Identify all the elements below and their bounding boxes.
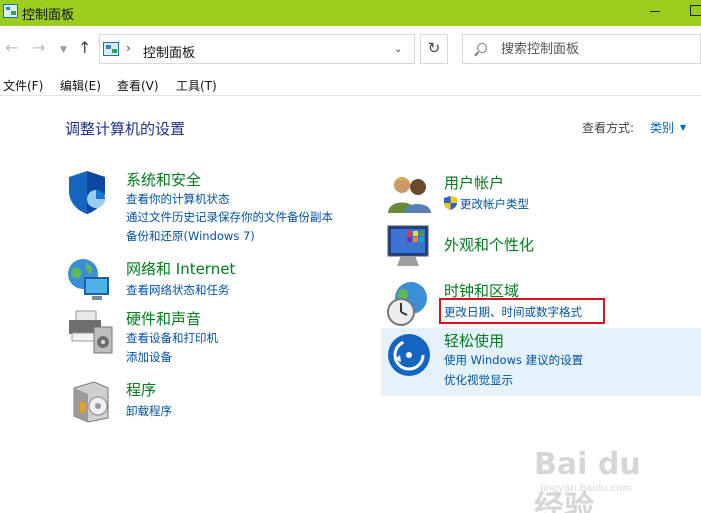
- back-arrow-icon[interactable]: ←: [5, 40, 18, 56]
- caret-down-icon[interactable]: ▼: [680, 123, 686, 132]
- maximize-button[interactable]: [690, 5, 701, 16]
- printer-icon[interactable]: [66, 307, 114, 355]
- annotation-highlight-box: [439, 298, 605, 324]
- view-by-label: 查看方式:: [582, 121, 635, 135]
- page-title: 调整计算机的设置: [65, 120, 186, 138]
- breadcrumb-chevron-icon[interactable]: ›: [126, 41, 131, 55]
- devices-printers-link[interactable]: 查看设备和打印机: [126, 330, 218, 346]
- uninstall-program-link[interactable]: 卸载程序: [126, 403, 172, 419]
- control-panel-icon: [3, 4, 18, 18]
- title-bar: 控制面板: [0, 0, 701, 26]
- menu-bar: 文件(F) 编辑(E) 查看(V) 工具(T): [0, 72, 701, 96]
- optimize-visual-display-link[interactable]: 优化视觉显示: [444, 372, 513, 388]
- add-device-link[interactable]: 添加设备: [126, 349, 172, 365]
- change-account-type-link[interactable]: 更改帐户类型: [460, 196, 529, 212]
- search-input[interactable]: [501, 40, 691, 59]
- view-computer-status-link[interactable]: 查看你的计算机状态: [126, 191, 230, 207]
- network-status-link[interactable]: 查看网络状态和任务: [126, 282, 230, 298]
- refresh-icon: ↻: [427, 39, 441, 57]
- menu-file[interactable]: 文件(F): [3, 77, 43, 94]
- view-by-dropdown[interactable]: 类别: [650, 119, 674, 136]
- backup-restore-link[interactable]: 备份和还原(Windows 7): [126, 228, 255, 244]
- system-security-title[interactable]: 系统和安全: [126, 169, 201, 190]
- menu-view[interactable]: 查看(V): [117, 77, 159, 94]
- clock-globe-icon[interactable]: [385, 280, 433, 328]
- chevron-down-icon[interactable]: ⌄: [394, 44, 402, 55]
- search-icon: [477, 43, 487, 53]
- network-globe-icon[interactable]: [66, 257, 112, 303]
- minimize-button[interactable]: [650, 11, 660, 12]
- search-box[interactable]: [462, 34, 701, 64]
- appearance-monitor-icon[interactable]: [385, 222, 433, 270]
- menu-edit[interactable]: 编辑(E): [60, 77, 101, 94]
- watermark-url: jingyan.baidu.com: [540, 483, 633, 494]
- programs-box-icon[interactable]: [70, 378, 112, 424]
- menu-tools[interactable]: 工具(T): [176, 77, 217, 94]
- forward-arrow-icon[interactable]: →: [32, 40, 45, 56]
- recommended-settings-link[interactable]: 使用 Windows 建议的设置: [444, 352, 583, 368]
- file-history-link[interactable]: 通过文件历史记录保存你的文件备份副本: [126, 209, 333, 225]
- window-title: 控制面板: [22, 8, 75, 23]
- watermark-logo: Bai du 经验: [534, 447, 641, 513]
- ease-of-access-title[interactable]: 轻松使用: [444, 330, 504, 351]
- recent-locations-chevron-icon[interactable]: ▼: [60, 42, 67, 58]
- user-accounts-icon[interactable]: [385, 173, 433, 215]
- shield-icon[interactable]: [66, 169, 108, 215]
- user-accounts-title[interactable]: 用户帐户: [444, 172, 504, 193]
- baidu-watermark: Bai du 经验 jingyan.baidu.com: [530, 435, 670, 513]
- breadcrumb-control-panel[interactable]: 控制面板: [143, 42, 195, 61]
- refresh-button[interactable]: ↻: [420, 34, 448, 64]
- network-internet-title[interactable]: 网络和 Internet: [126, 258, 235, 279]
- up-arrow-icon[interactable]: ↑: [78, 40, 91, 56]
- address-bar[interactable]: › 控制面板 ⌄: [99, 34, 415, 64]
- uac-shield-icon: [444, 196, 457, 210]
- hardware-sound-title[interactable]: 硬件和声音: [126, 308, 201, 329]
- appearance-personalization-title[interactable]: 外观和个性化: [444, 234, 534, 255]
- ease-of-access-icon[interactable]: [386, 332, 432, 378]
- navigation-bar: ← → ▼ ↑ › 控制面板 ⌄ ↻: [0, 26, 701, 71]
- programs-title[interactable]: 程序: [126, 379, 156, 400]
- control-panel-icon: [103, 42, 119, 56]
